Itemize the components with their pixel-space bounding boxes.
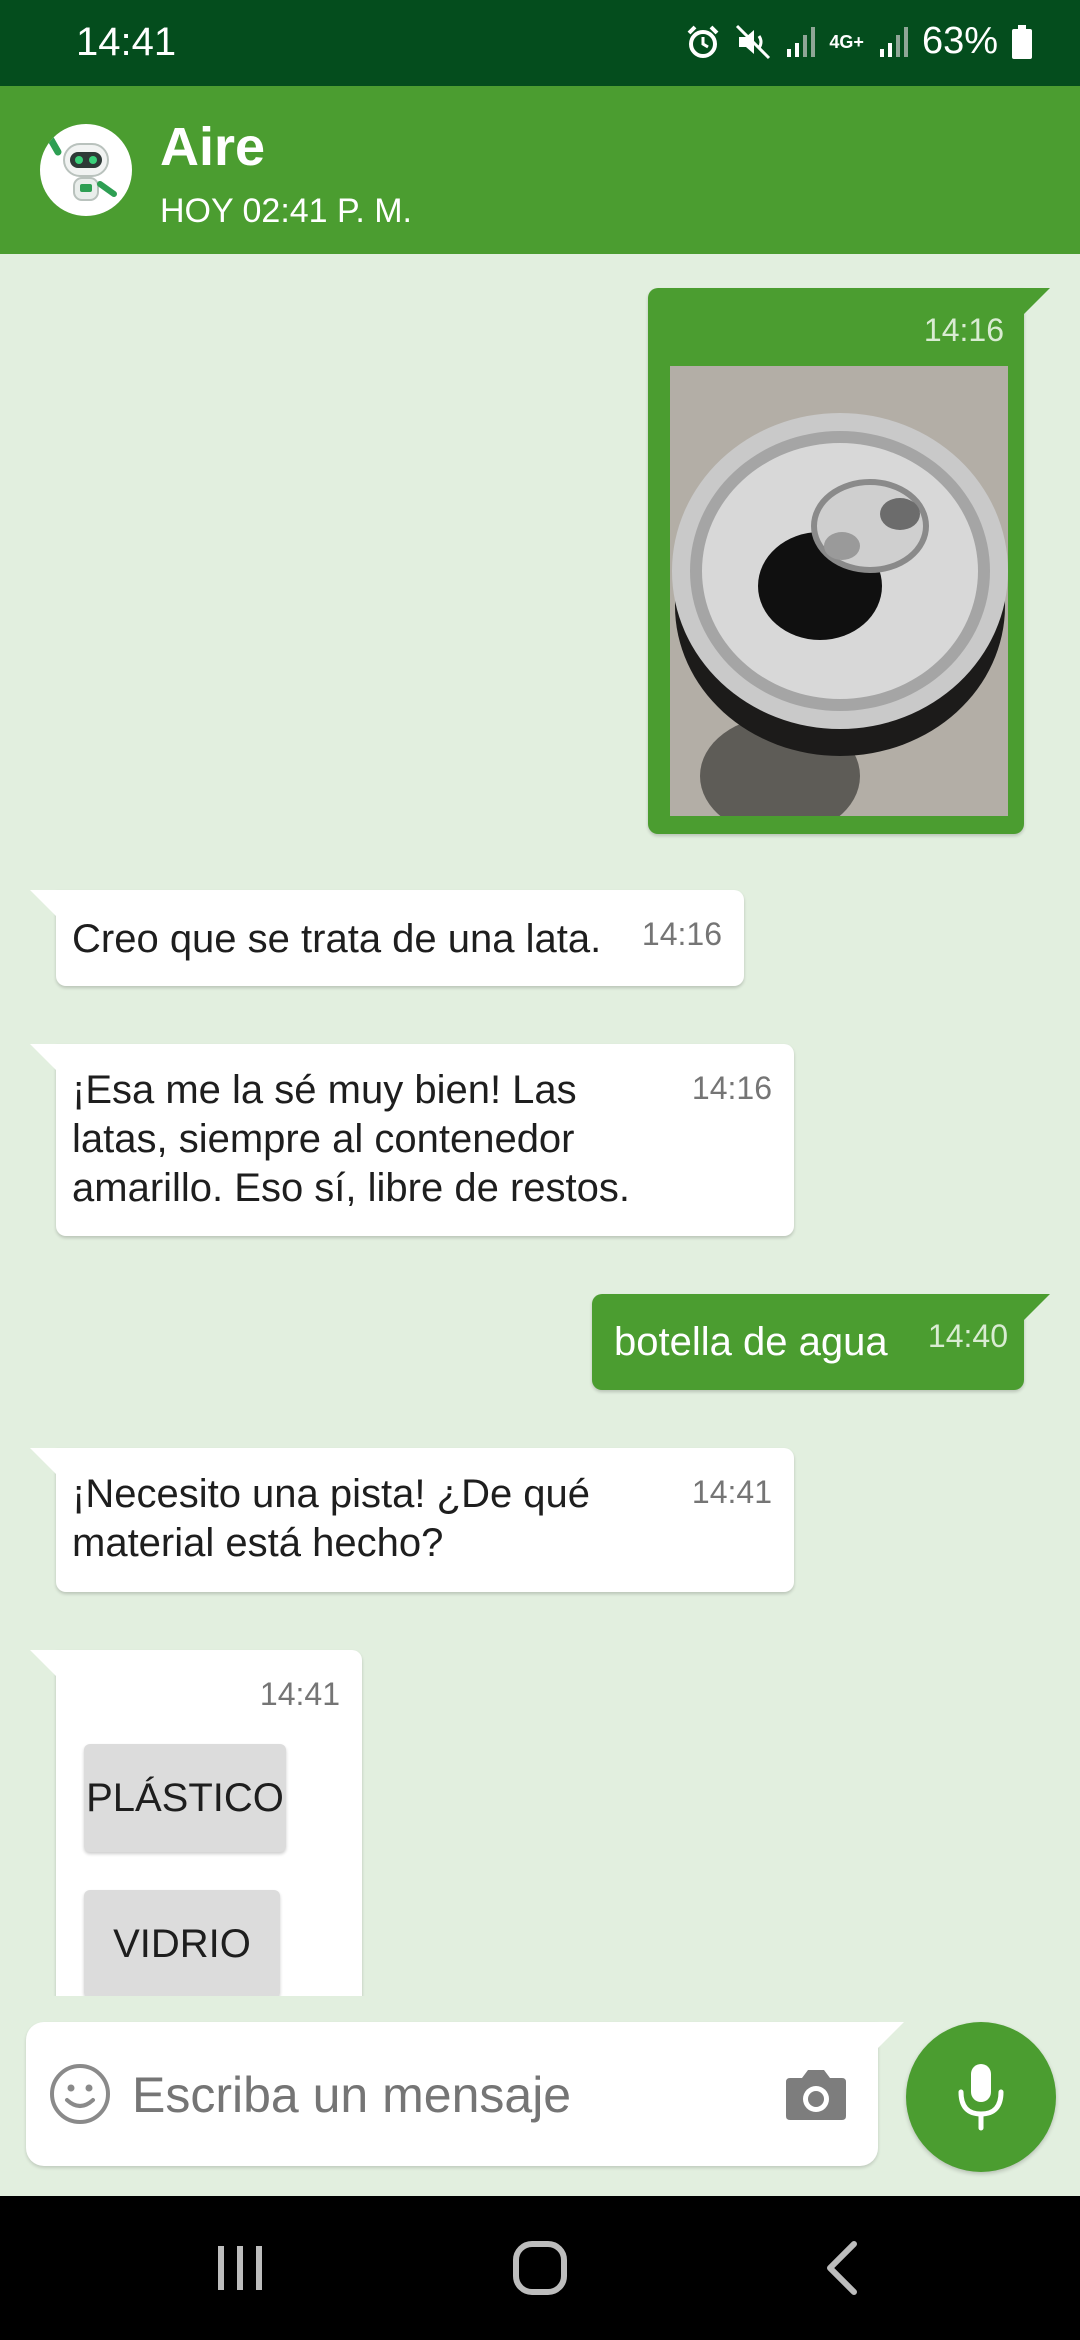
signal-icon (879, 26, 908, 57)
message-user[interactable]: botella de agua 14:40 (592, 1294, 1050, 1390)
message-time: 14:16 (923, 312, 1004, 348)
status-icons: 4G+ 63% (685, 20, 1032, 63)
microphone-icon (958, 2064, 1004, 2131)
message-time: 14:16 (641, 916, 722, 952)
message-time: 14:41 (259, 1676, 340, 1712)
robot-icon (46, 134, 117, 201)
message-quick-replies: 14:41 PLÁSTICO VIDRIO (30, 1650, 362, 1996)
message-bot[interactable]: Creo que se trata de una lata. 14:16 (30, 890, 744, 986)
chat-subtitle: HOY 02:41 P. M. (160, 192, 412, 230)
chat-messages[interactable]: 14:16 Creo que se trata de una lata. 14:… (0, 254, 1080, 1996)
message-input[interactable] (130, 2056, 774, 2134)
chat-title: Aire (160, 117, 266, 177)
home-button[interactable] (490, 2196, 590, 2340)
emoji-icon[interactable] (48, 2062, 112, 2126)
signal-icon (787, 26, 816, 57)
status-bar: 14:41 4G+ 63% (0, 0, 1080, 86)
voice-record-button[interactable] (906, 2022, 1056, 2172)
back-button[interactable] (792, 2196, 892, 2340)
alarm-icon (687, 25, 719, 58)
option-plastico-button[interactable]: PLÁSTICO (84, 1744, 286, 1852)
back-icon (827, 2241, 857, 2295)
home-icon (513, 2241, 567, 2295)
system-navigation-bar (0, 2196, 1080, 2340)
network-type: 4G+ (829, 31, 864, 52)
message-bot[interactable]: ¡Necesito una pista! ¿De qué material es… (30, 1448, 794, 1592)
message-text: ¡Esa me la sé muy bien! Las latas, siemp… (72, 1068, 630, 1210)
message-text: ¡Necesito una pista! ¿De qué material es… (72, 1472, 591, 1565)
message-time: 14:40 (927, 1318, 1008, 1354)
mute-icon (736, 24, 771, 59)
recent-apps-button[interactable] (190, 2196, 290, 2340)
chat-header: Aire HOY 02:41 P. M. (0, 86, 1080, 254)
message-text: Creo que se trata de una lata. (72, 917, 602, 961)
battery-percent: 63% (921, 20, 998, 62)
recent-apps-icon (218, 2246, 262, 2290)
message-image-out[interactable]: 14:16 (648, 288, 1050, 834)
photo-aluminum-can (670, 366, 1008, 816)
message-text: botella de agua (614, 1320, 888, 1364)
message-photo[interactable] (670, 366, 1008, 816)
message-time: 14:41 (691, 1474, 772, 1510)
status-time: 14:41 (76, 20, 177, 64)
battery-icon (1012, 24, 1032, 59)
camera-icon[interactable] (784, 2066, 848, 2122)
option-vidrio-button[interactable]: VIDRIO (84, 1890, 280, 1996)
message-time: 14:16 (691, 1070, 772, 1106)
message-bot[interactable]: ¡Esa me la sé muy bien! Las latas, siemp… (30, 1044, 794, 1236)
bot-avatar[interactable] (40, 124, 132, 216)
message-composer (26, 2022, 904, 2166)
